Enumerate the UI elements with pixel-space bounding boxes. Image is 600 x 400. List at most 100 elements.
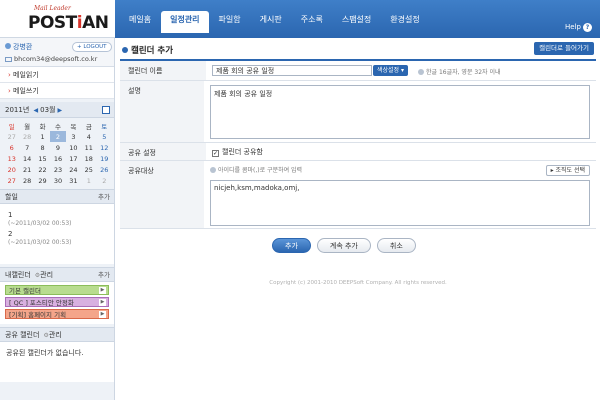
calendar-day[interactable]: 5 — [97, 131, 112, 142]
calendar-day[interactable]: 1 — [81, 175, 96, 186]
calendar-day[interactable]: 2 — [97, 175, 112, 186]
calendar-week: 27 28 29 30 31 1 2 — [4, 175, 112, 186]
calendar-day[interactable]: 11 — [81, 142, 96, 153]
share-target-textarea[interactable]: nicjeh,ksm,madoka,omj, — [210, 180, 590, 226]
weekday-row: 일 월 화 수 목 금 토 — [4, 120, 112, 131]
description-textarea[interactable]: 제품 회의 공유 일정 — [210, 85, 590, 139]
my-calendars-title: 내캘린더 — [5, 271, 31, 279]
share-target-hint: 아이디를 콤마(,)로 구분하여 입력 — [210, 165, 590, 174]
calendar-name-input[interactable]: 제품 회의 공유 일정 — [212, 65, 372, 76]
calendar-day[interactable]: 30 — [50, 175, 65, 186]
calendar-day[interactable]: 14 — [19, 153, 34, 164]
calendar-day[interactable]: 31 — [66, 175, 81, 186]
calendar-day[interactable]: 26 — [97, 164, 112, 175]
next-month-icon[interactable]: ▶ — [57, 107, 62, 114]
nav-preferences[interactable]: 환경설정 — [381, 11, 428, 29]
my-calendars-manage[interactable]: 관리 — [40, 271, 53, 279]
calendar-icon[interactable] — [102, 106, 110, 114]
my-calendars-header: 내캘린더 ⚙관리 추가 — [0, 267, 114, 282]
share-field-cell: ✓ 캘린더 공유함 — [206, 143, 596, 160]
calendar-day[interactable]: 7 — [19, 142, 34, 153]
main-content: 캘린더 추가 캘린더로 들어가기 캘린더 이름 제품 회의 공유 일정 색상설정… — [116, 38, 600, 400]
calendar-day[interactable]: 9 — [50, 142, 65, 153]
calendar-day[interactable]: 22 — [35, 164, 50, 175]
calendar-day[interactable]: 12 — [97, 142, 112, 153]
prev-month-icon[interactable]: ◀ — [34, 107, 39, 114]
share-target-row: 공유대상 아이디를 콤마(,)로 구분하여 입력 ▸ 조직도 선택 nicjeh… — [120, 161, 596, 229]
calendar-week: 27 28 1 2 3 4 5 — [4, 131, 112, 142]
calendar-day[interactable]: 24 — [66, 164, 81, 175]
bullet-icon — [122, 47, 128, 53]
todo-item-time: (~2011/03/02 00:53) — [8, 239, 72, 246]
read-mail-link[interactable]: 메일읽기 — [0, 67, 114, 83]
calendar-day[interactable]: 6 — [4, 142, 19, 153]
calendar-day[interactable]: 27 — [4, 131, 19, 142]
write-mail-link[interactable]: 메일쓰기 — [0, 83, 114, 99]
continue-add-button[interactable]: 계속 추가 — [316, 238, 371, 253]
todo-item-num[interactable]: 1 — [8, 211, 106, 219]
share-label: 공유 설정 — [120, 143, 206, 160]
calendar-day[interactable]: 1 — [35, 131, 50, 142]
play-icon[interactable]: ▶ — [99, 299, 106, 306]
logo[interactable]: POSTiAN — [28, 13, 109, 33]
logout-button[interactable]: + LOGOUT — [72, 42, 112, 52]
help-link[interactable]: Help? — [565, 23, 592, 32]
calendar-day[interactable]: 28 — [19, 175, 34, 186]
shared-calendars-manage[interactable]: 관리 — [49, 331, 62, 339]
weekday-sun: 일 — [8, 122, 15, 131]
user-email: bhcom34@deepsoft.co.kr — [5, 55, 109, 63]
name-row: 캘린더 이름 제품 회의 공유 일정 색상설정 ▾ 한글 16글자, 영문 32… — [120, 61, 596, 81]
calendar-day[interactable]: 3 — [66, 131, 81, 142]
cancel-button[interactable]: 취소 — [376, 238, 416, 253]
nav-addressbook[interactable]: 주소록 — [292, 11, 332, 29]
calendar-day[interactable]: 23 — [50, 164, 65, 175]
play-icon[interactable]: ▶ — [99, 311, 106, 318]
calendar-chip-qc[interactable]: [ QC ] 포스티안 안정화 ▶ — [5, 297, 109, 307]
calendar-day[interactable]: 28 — [19, 131, 34, 142]
calendar-day[interactable]: 16 — [50, 153, 65, 164]
nav-files[interactable]: 파일함 — [210, 11, 250, 29]
form-actions: 추가 계속 추가 취소 — [272, 238, 416, 253]
copyright: Copyright (c) 2001-2010 DEEPSoft Company… — [269, 280, 447, 286]
calendar-day-today[interactable]: 2 — [50, 131, 66, 142]
calendar-day[interactable]: 18 — [81, 153, 96, 164]
nav-spam-settings[interactable]: 스팸설정 — [333, 11, 380, 29]
color-settings-button[interactable]: 색상설정 ▾ — [373, 65, 408, 76]
calendar-chip-default[interactable]: 기본 캘린더 ▶ — [5, 285, 109, 295]
calendar-day[interactable]: 27 — [4, 175, 19, 186]
calendar-day[interactable]: 17 — [66, 153, 81, 164]
calendar-chip-planning[interactable]: [기획] 홈페이지 기획 ▶ — [5, 309, 109, 319]
shared-empty-message: 공유된 캘린더가 없습니다. — [0, 342, 114, 382]
calendar-day[interactable]: 4 — [81, 131, 96, 142]
calendar-day[interactable]: 13 — [4, 153, 19, 164]
calendar-week: 6 7 8 9 10 11 12 — [4, 142, 112, 153]
play-icon[interactable]: ▶ — [99, 287, 106, 294]
nav-schedule[interactable]: 일정관리 — [161, 11, 209, 33]
share-checkbox[interactable]: ✓ — [212, 150, 219, 157]
nav-mail-home[interactable]: 메일홈 — [120, 11, 160, 29]
calendar-day[interactable]: 10 — [66, 142, 81, 153]
calendar-day[interactable]: 21 — [19, 164, 34, 175]
todo-header: 할일 추가 — [0, 189, 114, 204]
calendar-day[interactable]: 15 — [35, 153, 50, 164]
todo-list: 1 (~2011/03/02 00:53) 2 (~2011/03/02 00:… — [0, 204, 114, 264]
go-to-calendar-button[interactable]: 캘린더로 들어가기 — [534, 42, 594, 55]
shared-calendars-title: 공유 캘린더 — [5, 331, 40, 339]
todo-add-link[interactable]: 추가 — [98, 190, 110, 205]
info-icon — [418, 69, 424, 75]
calendar-day[interactable]: 29 — [35, 175, 50, 186]
todo-item-time: (~2011/03/02 00:53) — [8, 220, 72, 227]
calendar-day[interactable]: 19 — [97, 153, 112, 164]
weekday-wed: 수 — [54, 122, 61, 131]
calendar-day[interactable]: 20 — [4, 164, 19, 175]
my-calendars-add-link[interactable]: 추가 — [98, 268, 110, 283]
calendar-day[interactable]: 25 — [81, 164, 96, 175]
nav-board[interactable]: 게시판 — [251, 11, 291, 29]
todo-item-num[interactable]: 2 — [8, 230, 106, 238]
weekday-thu: 목 — [70, 122, 77, 131]
calendar-day[interactable]: 8 — [35, 142, 50, 153]
add-button[interactable]: 추가 — [272, 238, 311, 253]
page-title: 캘린더 추가 — [122, 44, 173, 56]
org-chart-button[interactable]: ▸ 조직도 선택 — [545, 165, 590, 176]
shared-calendars-header: 공유 캘린더 ⚙관리 — [0, 327, 114, 342]
